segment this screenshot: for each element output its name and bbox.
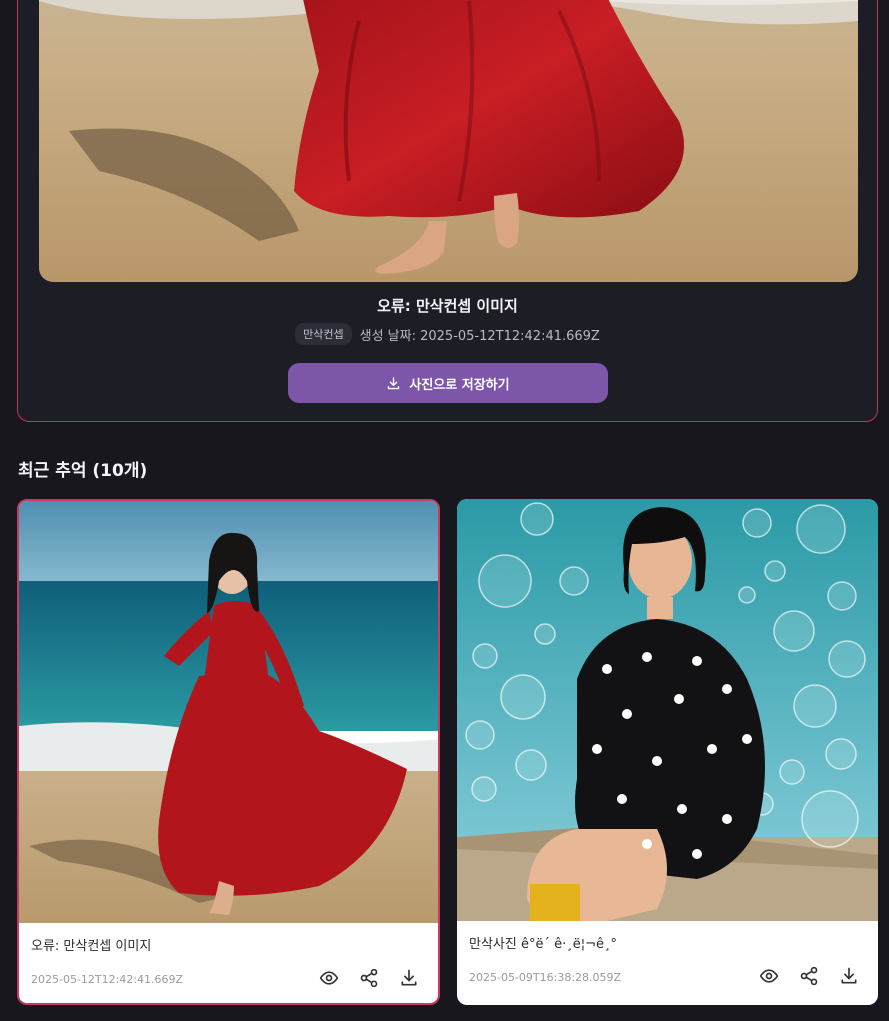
memory-caption: 오류: 만삭컨셉 이미지 xyxy=(31,939,152,954)
recent-memories-heading: 최근 추억 (10개) xyxy=(18,461,148,481)
save-photo-label: 사진으로 저장하기 xyxy=(409,377,510,393)
result-photo xyxy=(39,0,858,282)
download-icon[interactable] xyxy=(398,967,420,989)
result-meta: 만삭컨셉 생성 날짜: 2025-05-12T12:42:41.669Z xyxy=(18,323,877,345)
download-icon xyxy=(386,376,401,391)
memory-photo[interactable] xyxy=(19,501,438,923)
created-date: 생성 날짜: 2025-05-12T12:42:41.669Z xyxy=(359,328,600,344)
memory-card[interactable]: 오류: 만삭컨셉 이미지 2025-05-12T12:42:41.669Z xyxy=(17,499,440,1005)
memory-caption: 만삭사진 ê°ë´ ê·¸ë¦¬ê¸° xyxy=(469,937,617,952)
eye-icon[interactable] xyxy=(318,967,340,989)
share-icon[interactable] xyxy=(798,965,820,987)
download-icon[interactable] xyxy=(838,965,860,987)
memory-actions xyxy=(758,965,860,987)
save-photo-button[interactable]: 사진으로 저장하기 xyxy=(288,363,608,403)
memory-date: 2025-05-09T16:38:28.059Z xyxy=(469,971,622,984)
memory-actions xyxy=(318,967,420,989)
result-card: 오류: 만삭컨셉 이미지 만삭컨셉 생성 날짜: 2025-05-12T12:4… xyxy=(17,0,878,422)
memory-card[interactable]: 만삭사진 ê°ë´ ê·¸ë¦¬ê¸° 2025-05-09T16:38:28.… xyxy=(457,499,878,1005)
result-title: 오류: 만삭컨셉 이미지 xyxy=(377,297,518,315)
eye-icon[interactable] xyxy=(758,965,780,987)
share-icon[interactable] xyxy=(358,967,380,989)
memory-photo[interactable] xyxy=(457,499,878,921)
memory-date: 2025-05-12T12:42:41.669Z xyxy=(31,973,184,986)
concept-tag: 만삭컨셉 xyxy=(295,323,352,345)
